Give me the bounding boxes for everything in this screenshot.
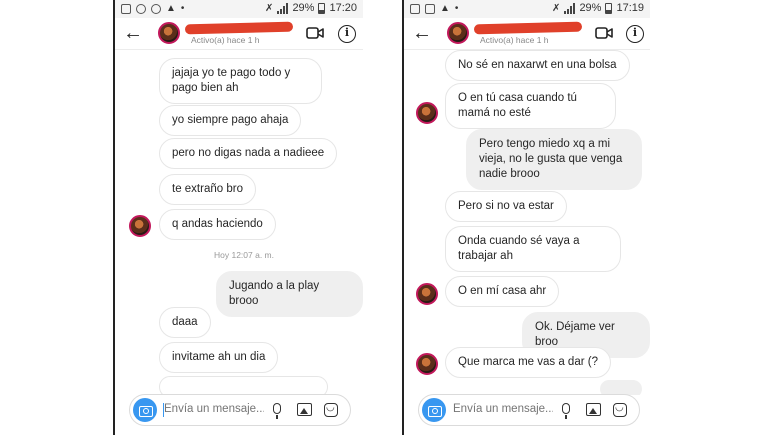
sender-avatar[interactable] (416, 102, 438, 124)
video-call-icon[interactable] (306, 26, 324, 40)
timestamp: Hoy 12:07 a. m. (214, 250, 275, 260)
warning-icon: ▲ (166, 3, 176, 14)
notification-icons: ▲ • (410, 3, 458, 14)
sender-avatar[interactable] (129, 215, 151, 237)
incoming-message: Onda cuando sé vaya a trabajar ah (445, 226, 621, 272)
sender-avatar[interactable] (416, 283, 438, 305)
battery-icon (318, 2, 326, 14)
gallery-notification-icon (410, 3, 420, 14)
microphone-icon[interactable] (273, 403, 281, 419)
messenger-notification-icon (151, 3, 161, 14)
incoming-message: yo siempre pago ahaja (159, 105, 302, 136)
silent-icon: ✗ (265, 2, 274, 14)
notification-icons: ▲ • (121, 3, 184, 14)
back-arrow-icon[interactable]: ← (412, 23, 434, 43)
sticker-icon[interactable] (613, 402, 627, 417)
incoming-message: Pero si no va estar (445, 191, 567, 222)
outgoing-message: Jugando a la play brooo (216, 271, 363, 317)
redacted-username (184, 21, 294, 35)
incoming-message: O en mí casa ahr (445, 276, 560, 307)
outgoing-message-partial (600, 380, 642, 395)
signal-icon (277, 2, 289, 14)
message-composer (418, 394, 640, 426)
system-indicators: ✗ 29% 17:20 (265, 2, 357, 14)
gallery-notification-icon (425, 3, 435, 14)
microphone-icon[interactable] (562, 403, 570, 419)
left-chat-screen: ▲ • ✗ 29% 17:20 ← Activo(a) hace 1 h i j… (113, 0, 363, 435)
more-notifications-icon: • (454, 3, 459, 14)
video-call-icon[interactable] (595, 26, 613, 40)
signal-icon (564, 2, 576, 14)
incoming-message: daaa (159, 307, 211, 338)
info-icon[interactable]: i (338, 25, 356, 43)
sticker-icon[interactable] (324, 402, 338, 417)
incoming-message: pero no digas nada a nadieee (159, 138, 338, 169)
message-input[interactable] (453, 403, 553, 415)
contact-avatar[interactable] (447, 22, 469, 44)
battery-percent: 29% (579, 2, 602, 14)
battery-percent: 29% (292, 2, 315, 14)
incoming-message-partial (159, 376, 328, 395)
more-notifications-icon: • (180, 3, 185, 14)
incoming-message: q andas haciendo (159, 209, 276, 240)
camera-icon[interactable] (422, 398, 446, 422)
clock: 17:20 (329, 2, 357, 14)
message-thread: No sé en naxarwt en una bolsa O en tú ca… (404, 50, 650, 395)
status-bar: ▲ • ✗ 29% 17:19 (404, 0, 650, 18)
warning-icon: ▲ (440, 3, 450, 14)
gallery-icon[interactable] (297, 403, 312, 416)
incoming-message: jajaja yo te pago todo y pago bien ah (159, 58, 322, 104)
back-arrow-icon[interactable]: ← (123, 23, 145, 43)
message-input[interactable] (164, 403, 264, 415)
incoming-message: No sé en naxarwt en una bolsa (445, 50, 630, 81)
gallery-icon[interactable] (586, 403, 601, 416)
silent-icon: ✗ (552, 2, 561, 14)
active-status: Activo(a) hace 1 h (191, 35, 260, 45)
camera-icon[interactable] (133, 398, 157, 422)
incoming-message: invitame ah un dia (159, 342, 279, 373)
message-composer (129, 394, 351, 426)
redacted-username (473, 21, 583, 35)
contact-avatar[interactable] (158, 22, 180, 44)
chat-header: ← Activo(a) hace 1 h i (115, 18, 363, 50)
outgoing-message: Pero tengo miedo xq a mi vieja, no le gu… (466, 129, 642, 190)
info-icon[interactable]: i (626, 25, 644, 43)
whatsapp-notification-icon (136, 3, 146, 14)
incoming-message: te extraño bro (159, 174, 256, 205)
gallery-notification-icon (121, 3, 131, 14)
chat-header: ← Activo(a) hace 1 h i (404, 18, 650, 50)
message-thread: jajaja yo te pago todo y pago bien ah yo… (115, 50, 363, 395)
incoming-message: Que marca me vas a dar (? (445, 347, 611, 378)
clock: 17:19 (616, 2, 644, 14)
right-chat-screen: ▲ • ✗ 29% 17:19 ← Activo(a) hace 1 h i N… (402, 0, 650, 435)
incoming-message: O en tú casa cuando tú mamá no esté (445, 83, 616, 129)
active-status: Activo(a) hace 1 h (480, 35, 549, 45)
sender-avatar[interactable] (416, 353, 438, 375)
battery-icon (605, 2, 613, 14)
screenshot-canvas: ▲ • ✗ 29% 17:20 ← Activo(a) hace 1 h i j… (0, 0, 770, 435)
status-bar: ▲ • ✗ 29% 17:20 (115, 0, 363, 18)
system-indicators: ✗ 29% 17:19 (552, 2, 644, 14)
